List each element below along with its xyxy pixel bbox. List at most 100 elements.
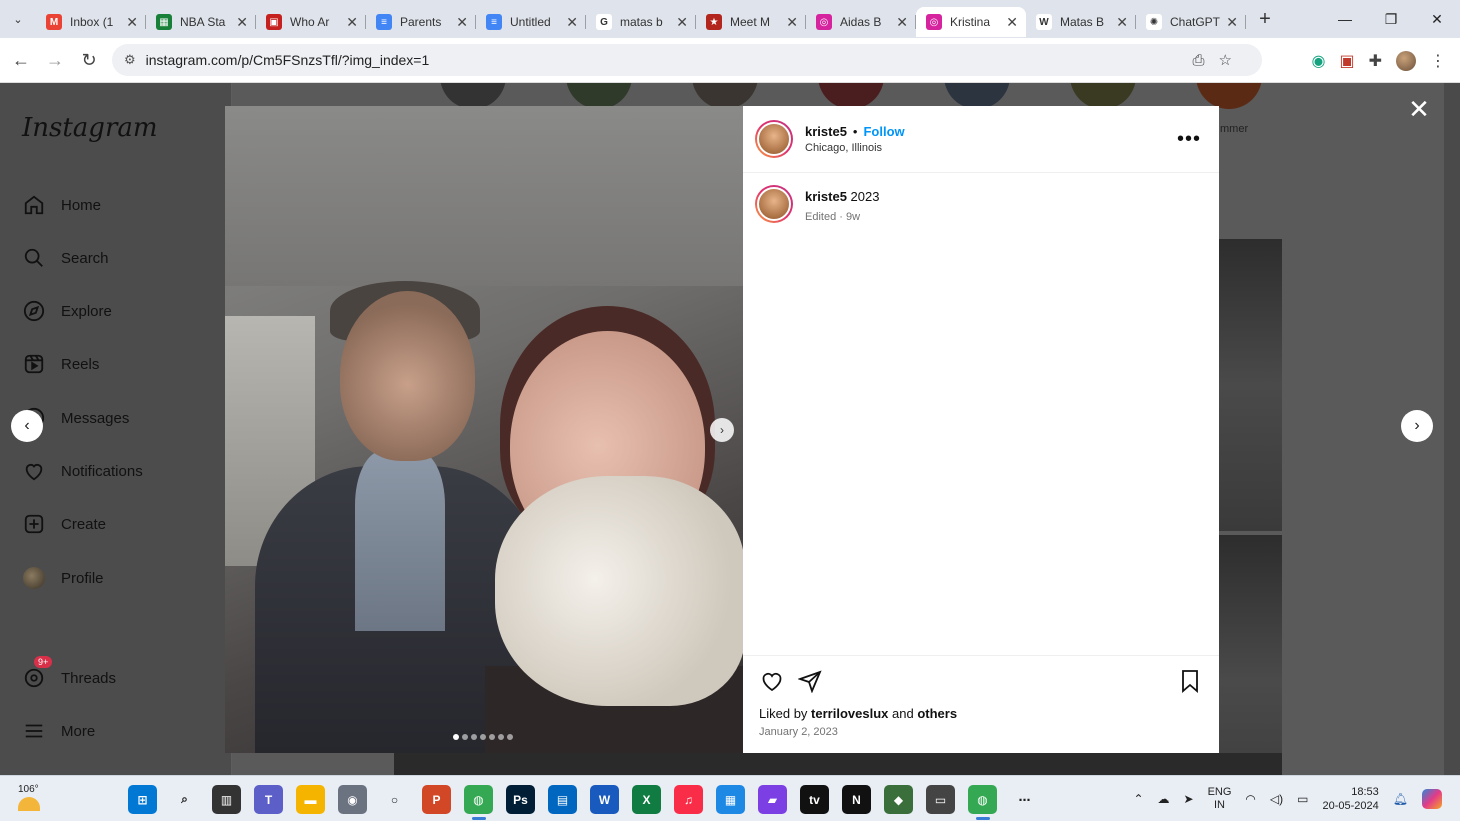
close-tab-icon[interactable]: ✕ xyxy=(236,14,248,31)
location-icon[interactable]: ➤ xyxy=(1184,792,1194,806)
clipchamp-icon[interactable]: ▰ xyxy=(758,785,787,814)
close-tab-icon[interactable]: ✕ xyxy=(456,14,468,31)
post-date[interactable]: January 2, 2023 xyxy=(759,726,1203,738)
powerpoint-icon[interactable]: P xyxy=(422,785,451,814)
browser-tab[interactable]: W Matas B ✕ xyxy=(1026,7,1136,37)
close-tab-icon[interactable]: ✕ xyxy=(566,14,578,31)
previous-post-button[interactable]: ‹ xyxy=(11,410,43,442)
tray-overflow-icon[interactable]: ⌃ xyxy=(1133,792,1143,806)
sidebar-item-more[interactable]: More xyxy=(22,716,95,746)
caption-author-avatar[interactable] xyxy=(755,185,793,223)
carousel-dot[interactable] xyxy=(471,734,477,740)
language-indicator[interactable]: ENG IN xyxy=(1208,786,1232,812)
carousel-dot[interactable] xyxy=(489,734,495,740)
sidebar-item-profile[interactable]: Profile xyxy=(22,563,104,593)
notification-bell-icon[interactable]: 🔔︎ xyxy=(1393,792,1408,806)
teams-icon[interactable]: T xyxy=(254,785,283,814)
browser-menu-icon[interactable]: ⋮ xyxy=(1430,51,1446,71)
back-button[interactable]: ← xyxy=(4,43,38,77)
extensions-puzzle-icon[interactable]: ✚ xyxy=(1369,51,1382,71)
forward-button[interactable]: → xyxy=(38,43,72,77)
carousel-dot[interactable] xyxy=(480,734,486,740)
bookmark-star-icon[interactable]: ☆ xyxy=(1219,51,1232,69)
liked-by-user[interactable]: terriloveslux xyxy=(811,706,888,721)
site-info-icon[interactable]: ⚙ xyxy=(124,52,136,68)
copilot-icon[interactable] xyxy=(1422,789,1442,809)
browser-tab[interactable]: ✺ ChatGPT ✕ xyxy=(1136,7,1246,37)
browser-tab[interactable]: ◎ Kristina ✕ xyxy=(916,7,1026,37)
appletv-icon[interactable]: tv xyxy=(800,785,829,814)
close-modal-icon[interactable]: ✕ xyxy=(1406,94,1432,124)
chrome-icon[interactable]: ◍ xyxy=(464,785,493,820)
next-post-button[interactable]: › xyxy=(1401,410,1433,442)
wifi-icon[interactable]: ◠ xyxy=(1245,792,1255,806)
netflix-icon[interactable]: N xyxy=(842,785,871,814)
liked-by-others[interactable]: others xyxy=(917,706,957,721)
sidebar-item-notifications[interactable]: Notifications xyxy=(22,456,143,486)
calculator-icon[interactable]: ▦ xyxy=(716,785,745,814)
search-icon[interactable]: ⌕ xyxy=(170,785,199,814)
close-tab-icon[interactable]: ✕ xyxy=(126,14,138,31)
url-text[interactable]: instagram.com/p/Cm5FSnzsTfl/?img_index=1 xyxy=(146,52,430,68)
word-icon[interactable]: W xyxy=(590,785,619,814)
chrome-profile-icon[interactable]: ◍ xyxy=(968,785,997,820)
sidebar-item-reels[interactable]: Reels xyxy=(22,349,99,379)
carousel-dot[interactable] xyxy=(462,734,468,740)
carousel-dot[interactable] xyxy=(453,734,459,740)
author-username[interactable]: kriste5 xyxy=(805,124,847,139)
browser-tab[interactable]: ★ Meet M ✕ xyxy=(696,7,806,37)
share-send-icon[interactable] xyxy=(797,668,823,694)
grammarly-extension-icon[interactable]: ◉ xyxy=(1312,51,1326,71)
author-avatar[interactable] xyxy=(755,120,793,158)
browser-tab[interactable]: ▣ Who Ar ✕ xyxy=(256,7,366,37)
sidebar-item-search[interactable]: Search xyxy=(22,243,109,273)
minimize-button[interactable]: — xyxy=(1322,0,1368,38)
close-tab-icon[interactable]: ✕ xyxy=(1006,14,1018,31)
cortana-icon[interactable]: ○ xyxy=(380,785,409,814)
browser-tab[interactable]: ≡ Parents ✕ xyxy=(366,7,476,37)
omnibox[interactable]: ⚙ instagram.com/p/Cm5FSnzsTfl/?img_index… xyxy=(112,44,1262,76)
carousel-dot[interactable] xyxy=(498,734,504,740)
printer-icon[interactable]: ▭ xyxy=(926,785,955,814)
instagram-logo[interactable]: Instagram xyxy=(22,113,158,143)
carousel-dot[interactable] xyxy=(507,734,513,740)
volume-icon[interactable]: ◁) xyxy=(1270,792,1283,806)
onedrive-icon[interactable]: ☁ xyxy=(1158,792,1170,806)
bookmark-icon[interactable] xyxy=(1177,668,1203,694)
sidebar-item-explore[interactable]: Explore xyxy=(22,296,112,326)
taskview-icon[interactable]: ▥ xyxy=(212,785,241,814)
browser-tab[interactable]: ◎ Aidas B ✕ xyxy=(806,7,916,37)
feed-thumbnail[interactable] xyxy=(1218,535,1282,775)
game-icon[interactable]: ◆ xyxy=(884,785,913,814)
sidebar-item-home[interactable]: Home xyxy=(22,190,101,220)
weather-widget[interactable]: 106° xyxy=(18,784,40,811)
store-icon[interactable]: ▤ xyxy=(548,785,577,814)
sidebar-item-create[interactable]: Create xyxy=(22,509,106,539)
overflow-icon[interactable]: ⋯ xyxy=(1010,785,1039,814)
browser-tab[interactable]: ▦ NBA Sta ✕ xyxy=(146,7,256,37)
like-heart-icon[interactable] xyxy=(759,668,785,694)
tab-search-button[interactable]: ⌄ xyxy=(0,0,36,38)
close-tab-icon[interactable]: ✕ xyxy=(786,14,798,31)
camera-icon[interactable]: ◉ xyxy=(338,785,367,814)
music-icon[interactable]: ♫ xyxy=(674,785,703,814)
file-explorer-icon[interactable]: ▬ xyxy=(296,785,325,814)
photoshop-icon[interactable]: Ps xyxy=(506,785,535,814)
close-tab-icon[interactable]: ✕ xyxy=(896,14,908,31)
excel-icon[interactable]: X xyxy=(632,785,661,814)
sidebar-item-threads[interactable]: 9+ Threads xyxy=(22,656,116,693)
browser-tab[interactable]: Gmatas b ✕ xyxy=(586,7,696,37)
close-window-button[interactable]: ✕ xyxy=(1414,0,1460,38)
browser-tab[interactable]: ≡ Untitled ✕ xyxy=(476,7,586,37)
install-app-icon[interactable]: ⎙ xyxy=(1193,52,1205,69)
more-options-icon[interactable]: ••• xyxy=(1177,128,1201,151)
clock[interactable]: 18:53 20-05-2024 xyxy=(1322,785,1378,813)
feed-thumbnail[interactable] xyxy=(1218,239,1282,531)
profile-avatar-icon[interactable] xyxy=(1396,50,1416,71)
extension-icon[interactable]: ▣ xyxy=(1339,51,1354,71)
close-tab-icon[interactable]: ✕ xyxy=(346,14,358,31)
caption-username[interactable]: kriste5 xyxy=(805,189,847,204)
carousel-next-button[interactable]: › xyxy=(710,418,734,442)
close-tab-icon[interactable]: ✕ xyxy=(1226,14,1238,31)
browser-tab[interactable]: M Inbox (1 ✕ xyxy=(36,7,146,37)
